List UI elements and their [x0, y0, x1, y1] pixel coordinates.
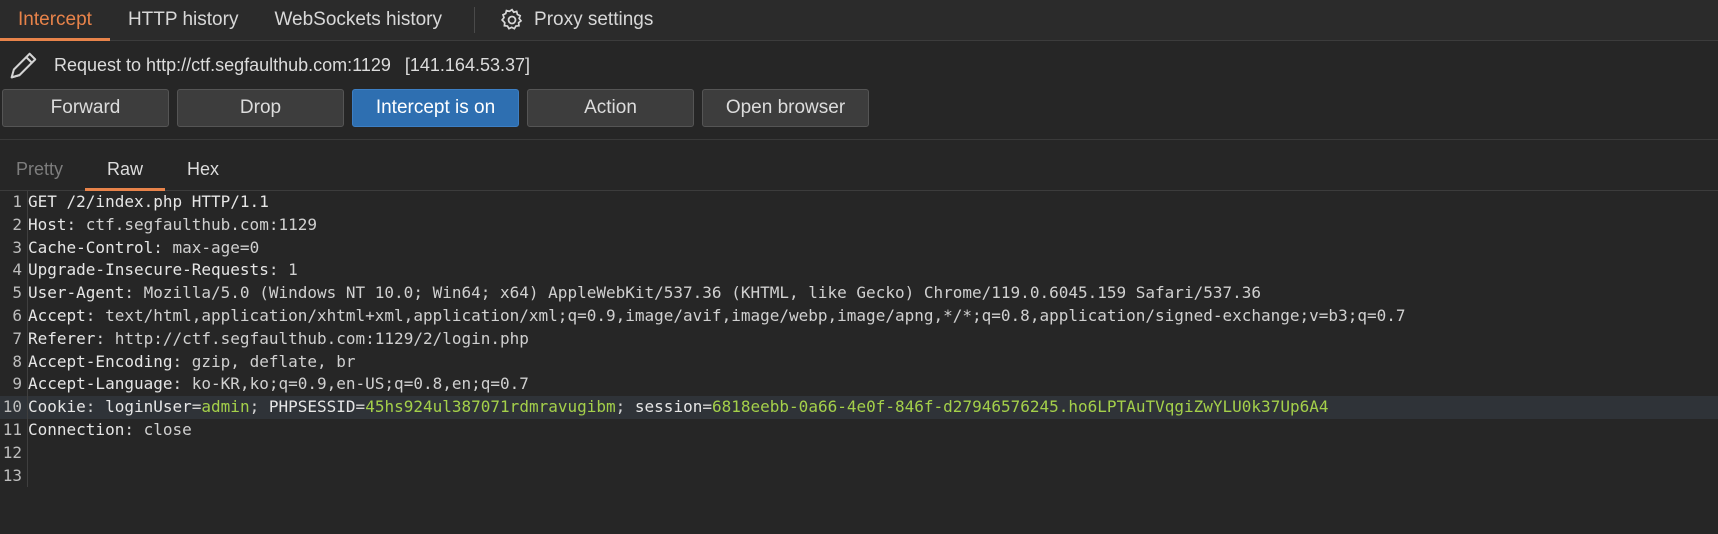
header-value: Mozilla/5.0 (Windows NT 10.0; Win64; x64… [143, 283, 1261, 303]
cookie-name: session [634, 397, 703, 417]
request-editor[interactable]: 1 GET /2/index.php HTTP/1.1 2 Host: ctf.seg… [0, 191, 1718, 488]
intercept-toolbar: Forward Drop Intercept is on Action Open… [0, 89, 1718, 133]
request-ip: [141.164.53.37] [404, 54, 531, 75]
request-line-text: GET /2/index.php HTTP/1.1 [28, 192, 269, 211]
request-line[interactable]: 10 Cookie: loginUser=admin; PHPSESSID=45h… [0, 396, 1718, 419]
request-line[interactable]: 7 Referer: http://ctf.segfaulthub.com:112… [0, 327, 1718, 351]
header-name: Cookie [28, 397, 86, 417]
request-line[interactable]: 1 GET /2/index.php HTTP/1.1 [0, 191, 1718, 214]
open-browser-button[interactable]: Open browser [702, 89, 869, 127]
request-line[interactable]: 8 Accept-Encoding: gzip, deflate, br [0, 350, 1718, 374]
header-name: Connection [28, 419, 125, 439]
header-name: Host [28, 214, 67, 234]
line-number: 2 [0, 213, 28, 237]
line-number: 10 [0, 396, 28, 419]
header-value: max-age=0 [172, 237, 260, 257]
cookie-name: PHPSESSID [268, 397, 356, 417]
tab-websockets-history[interactable]: WebSockets history [256, 0, 460, 40]
cookie-value: 6818eebb-0a66-4e0f-846f-d27946576245.ho6… [711, 397, 1329, 417]
cookie-name: loginUser [105, 397, 192, 417]
header-value: close [143, 419, 192, 439]
header-value: gzip, deflate, br [191, 351, 356, 371]
line-content: Host: ctf.segfaulthub.com:1129 [28, 214, 317, 234]
line-number: 4 [0, 259, 28, 283]
pencil-icon [10, 52, 37, 79]
request-line[interactable]: 9 Accept-Language: ko-KR,ko;q=0.9,en-US;q… [0, 373, 1718, 397]
line-content: Accept: text/html,application/xhtml+xml,… [28, 305, 1406, 325]
request-line[interactable]: 13 [0, 464, 1718, 488]
header-value: 1 [288, 260, 298, 280]
line-content: Referer: http://ctf.segfaulthub.com:1129… [28, 328, 529, 348]
tab-http-history[interactable]: HTTP history [110, 0, 257, 40]
line-content: Accept-Language: ko-KR,ko;q=0.9,en-US;q=… [28, 374, 529, 394]
request-target: Request to http://ctf.segfaulthub.com:11… [0, 41, 1718, 89]
header-name: User-Agent [28, 283, 125, 303]
header-name: Upgrade-Insecure-Requests [28, 260, 269, 280]
line-number: 8 [0, 350, 28, 374]
line-number: 9 [0, 373, 28, 397]
tab-separator [474, 7, 476, 33]
request-line[interactable]: 5 User-Agent: Mozilla/5.0 (Windows NT 10.… [0, 282, 1718, 305]
line-number: 6 [0, 304, 28, 328]
header-name: Referer [28, 328, 96, 348]
request-line[interactable]: 4 Upgrade-Insecure-Requests: 1 [0, 259, 1718, 283]
proxy-settings-button[interactable]: Proxy settings [489, 0, 671, 40]
tab-pretty[interactable]: Pretty [0, 140, 85, 190]
editor-view-tabs: Pretty Raw Hex [0, 140, 1718, 191]
request-line[interactable]: 3 Cache-Control: max-age=0 [0, 236, 1718, 260]
header-value: ko-KR,ko;q=0.9,en-US;q=0.8,en;q=0.7 [191, 374, 529, 394]
header-name: Accept-Language [28, 374, 173, 394]
line-number: 1 [0, 191, 28, 214]
header-name: Cache-Control [28, 237, 154, 257]
intercept-toggle-button[interactable]: Intercept is on [352, 89, 519, 127]
line-number: 7 [0, 327, 28, 351]
cookie-value: 45hs924ul387071rdmravugibm [365, 397, 616, 417]
request-line[interactable]: 12 [0, 441, 1718, 465]
cookie-value: admin [201, 397, 250, 417]
forward-button[interactable]: Forward [2, 89, 169, 127]
line-content: Cookie: loginUser=admin; PHPSESSID=45hs9… [28, 397, 1329, 417]
line-number: 11 [0, 418, 28, 442]
tab-hex[interactable]: Hex [165, 140, 241, 190]
line-number: 13 [0, 464, 28, 488]
tab-raw[interactable]: Raw [85, 140, 166, 191]
request-url: Request to http://ctf.segfaulthub.com:11… [54, 54, 391, 75]
proxy-settings-label: Proxy settings [534, 9, 654, 30]
line-content: Cache-Control: max-age=0 [28, 237, 260, 257]
line-content: Connection: close [28, 419, 192, 439]
line-number: 5 [0, 282, 28, 305]
gear-icon [501, 8, 523, 30]
request-line[interactable]: 6 Accept: text/html,application/xhtml+xml… [0, 304, 1718, 328]
drop-button[interactable]: Drop [177, 89, 344, 127]
tab-intercept[interactable]: Intercept [0, 0, 110, 41]
proxy-tab-bar: Intercept HTTP history WebSockets histor… [0, 0, 1718, 41]
header-value: ctf.segfaulthub.com:1129 [85, 214, 317, 234]
action-button[interactable]: Action [527, 89, 694, 127]
line-content: Accept-Encoding: gzip, deflate, br [28, 351, 356, 371]
request-line[interactable]: 11 Connection: close [0, 418, 1718, 442]
line-number: 12 [0, 441, 28, 465]
line-content: User-Agent: Mozilla/5.0 (Windows NT 10.0… [28, 283, 1261, 303]
header-value: text/html,application/xhtml+xml,applicat… [105, 305, 1406, 325]
request-line[interactable]: 2 Host: ctf.segfaulthub.com:1129 [0, 213, 1718, 237]
header-value: http://ctf.segfaulthub.com:1129/2/login.… [114, 328, 529, 348]
line-content: Upgrade-Insecure-Requests: 1 [28, 260, 298, 280]
header-name: Accept-Encoding [28, 351, 173, 371]
line-number: 3 [0, 236, 28, 260]
line-content: GET /2/index.php HTTP/1.1 [28, 191, 269, 214]
header-name: Accept [28, 305, 86, 325]
